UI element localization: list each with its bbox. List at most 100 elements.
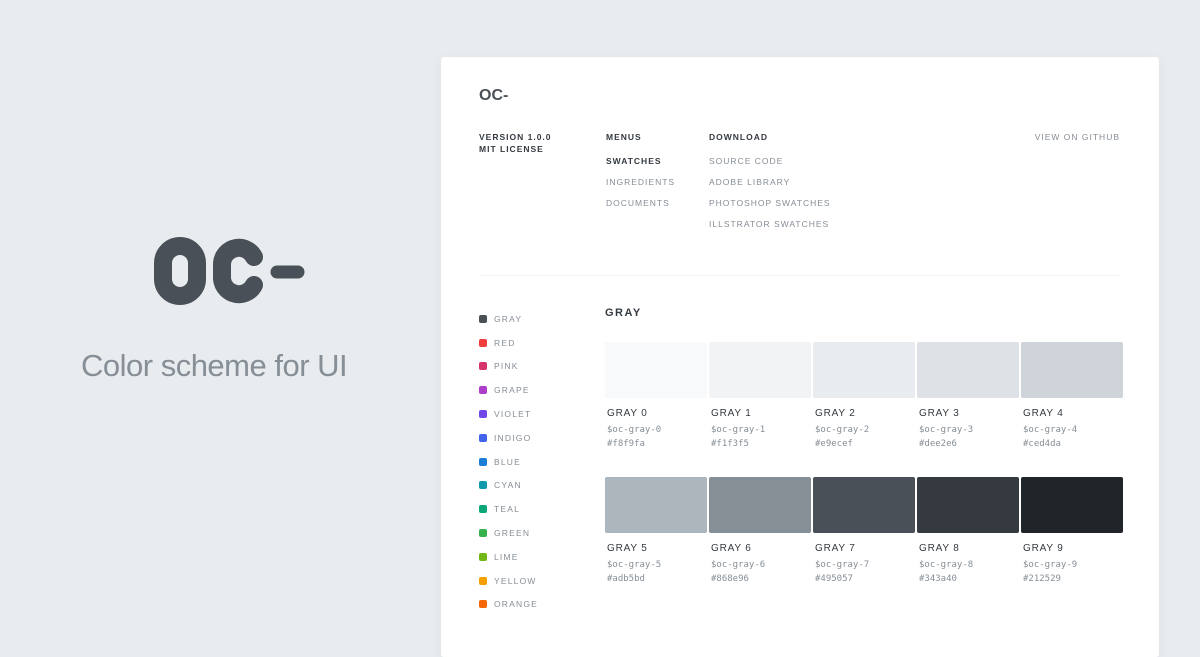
color-dot-icon: [479, 481, 487, 490]
color-dot-icon: [479, 338, 487, 347]
swatch-color[interactable]: [917, 342, 1019, 398]
swatch-variable: $oc-gray-5: [607, 560, 662, 570]
swatch-color[interactable]: [605, 477, 707, 533]
color-dot-icon: [479, 552, 487, 561]
version-label: VERSION 1.0.0: [479, 132, 552, 142]
download-photoshop-swatches[interactable]: PHOTOSHOP SWATCHES: [709, 198, 831, 208]
sidebar-item-green[interactable]: GREEN: [479, 521, 538, 545]
sidebar-item-cyan[interactable]: CYAN: [479, 474, 538, 498]
sidebar-item-violet[interactable]: VIOLET: [479, 402, 538, 426]
sidebar-item-label: TEAL: [494, 504, 521, 515]
color-dot-icon: [479, 505, 487, 514]
swatch-name: GRAY 5: [607, 543, 648, 554]
divider: [479, 275, 1121, 276]
swatch-name: GRAY 7: [815, 543, 856, 554]
sidebar-item-label: ORANGE: [494, 599, 539, 610]
color-dot-icon: [479, 433, 487, 442]
color-dot-icon: [479, 362, 487, 371]
sidebar-item-blue[interactable]: BLUE: [479, 450, 538, 474]
swatch-hex: #868e96: [711, 574, 749, 584]
sidebar-item-label: INDIGO: [494, 432, 532, 443]
color-dot-icon: [479, 314, 487, 323]
sidebar-item-label: GRAY: [494, 313, 523, 324]
swatch-variable: $oc-gray-6: [711, 560, 766, 570]
swatch-card[interactable]: GRAY 9 $oc-gray-9 #212529: [1021, 477, 1123, 584]
download-adobe-library[interactable]: ADOBE LIBRARY: [709, 177, 790, 187]
preview-card: OC- VERSION 1.0.0 MIT LICENSE MENUS SWAT…: [441, 57, 1159, 657]
swatch-color[interactable]: [1021, 342, 1123, 398]
color-dot-icon: [479, 576, 487, 585]
section-title: GRAY: [605, 307, 642, 319]
sidebar-item-orange[interactable]: ORANGE: [479, 593, 538, 617]
menu-swatches[interactable]: SWATCHES: [606, 156, 662, 166]
sidebar-item-grape[interactable]: GRAPE: [479, 378, 538, 402]
swatch-name: GRAY 9: [1023, 543, 1064, 554]
swatch-color[interactable]: [813, 477, 915, 533]
sidebar-item-teal[interactable]: TEAL: [479, 497, 538, 521]
swatch-card[interactable]: GRAY 1 $oc-gray-1 #f1f3f5: [709, 342, 811, 449]
swatch-card[interactable]: GRAY 0 $oc-gray-0 #f8f9fa: [605, 342, 707, 449]
menu-ingredients[interactable]: INGREDIENTS: [606, 177, 675, 187]
sidebar-item-red[interactable]: RED: [479, 331, 538, 355]
swatch-variable: $oc-gray-9: [1023, 560, 1078, 570]
menus-heading: MENUS: [606, 132, 642, 142]
swatch-card[interactable]: GRAY 5 $oc-gray-5 #adb5bd: [605, 477, 707, 584]
sidebar-item-lime[interactable]: LIME: [479, 545, 538, 569]
swatch-card[interactable]: GRAY 6 $oc-gray-6 #868e96: [709, 477, 811, 584]
header-logo[interactable]: OC-: [479, 87, 508, 105]
sidebar-item-label: CYAN: [494, 480, 522, 491]
swatch-variable: $oc-gray-7: [815, 560, 870, 570]
color-dot-icon: [479, 529, 487, 538]
swatch-color[interactable]: [1021, 477, 1123, 533]
color-sidebar: GRAY RED PINK GRAPE VIOLET INDIGO BLUE CYAN TEAL…: [479, 307, 538, 616]
swatch-hex: #495057: [815, 574, 853, 584]
github-link[interactable]: VIEW ON GITHUB: [1035, 132, 1120, 142]
swatch-grid: GRAY 0 $oc-gray-0 #f8f9fa GRAY 1 $oc-gra…: [605, 342, 1123, 584]
color-dot-icon: [479, 600, 487, 609]
swatch-name: GRAY 8: [919, 543, 960, 554]
color-dot-icon: [479, 386, 487, 395]
swatch-color[interactable]: [709, 477, 811, 533]
swatch-name: GRAY 1: [711, 408, 752, 419]
swatch-color[interactable]: [605, 342, 707, 398]
color-dot-icon: [479, 457, 487, 466]
swatch-hex: #adb5bd: [607, 574, 645, 584]
swatch-card[interactable]: GRAY 4 $oc-gray-4 #ced4da: [1021, 342, 1123, 449]
swatch-color[interactable]: [917, 477, 1019, 533]
swatch-hex: #dee2e6: [919, 439, 957, 449]
sidebar-item-pink[interactable]: PINK: [479, 355, 538, 379]
sidebar-item-yellow[interactable]: YELLOW: [479, 569, 538, 593]
swatch-card[interactable]: GRAY 3 $oc-gray-3 #dee2e6: [917, 342, 1019, 449]
swatch-card[interactable]: GRAY 2 $oc-gray-2 #e9ecef: [813, 342, 915, 449]
tagline: Color scheme for UI: [81, 348, 348, 383]
swatch-hex: #343a40: [919, 574, 957, 584]
oc-logo-large: [154, 237, 305, 305]
sidebar-item-label: PINK: [494, 361, 519, 372]
sidebar-item-label: VIOLET: [494, 409, 532, 420]
download-source-code[interactable]: SOURCE CODE: [709, 156, 783, 166]
swatch-color[interactable]: [813, 342, 915, 398]
swatch-hex: #f1f3f5: [711, 439, 749, 449]
swatch-variable: $oc-gray-4: [1023, 425, 1078, 435]
sidebar-item-label: LIME: [494, 551, 519, 562]
sidebar-item-label: GREEN: [494, 528, 531, 539]
sidebar-item-label: YELLOW: [494, 575, 537, 586]
swatch-name: GRAY 0: [607, 408, 648, 419]
color-dot-icon: [479, 410, 487, 419]
download-heading: DOWNLOAD: [709, 132, 768, 142]
swatch-card[interactable]: GRAY 8 $oc-gray-8 #343a40: [917, 477, 1019, 584]
swatch-name: GRAY 3: [919, 408, 960, 419]
sidebar-item-indigo[interactable]: INDIGO: [479, 426, 538, 450]
menu-documents[interactable]: DOCUMENTS: [606, 198, 670, 208]
license-label[interactable]: MIT LICENSE: [479, 144, 544, 154]
swatch-variable: $oc-gray-8: [919, 560, 974, 570]
swatch-name: GRAY 2: [815, 408, 856, 419]
sidebar-item-label: GRAPE: [494, 385, 530, 396]
swatch-name: GRAY 4: [1023, 408, 1064, 419]
download-illustrator-swatches[interactable]: ILLSTRATOR SWATCHES: [709, 219, 829, 229]
swatch-card[interactable]: GRAY 7 $oc-gray-7 #495057: [813, 477, 915, 584]
swatch-variable: $oc-gray-3: [919, 425, 974, 435]
sidebar-item-gray[interactable]: GRAY: [479, 307, 538, 331]
swatch-color[interactable]: [709, 342, 811, 398]
swatch-hex: #212529: [1023, 574, 1061, 584]
